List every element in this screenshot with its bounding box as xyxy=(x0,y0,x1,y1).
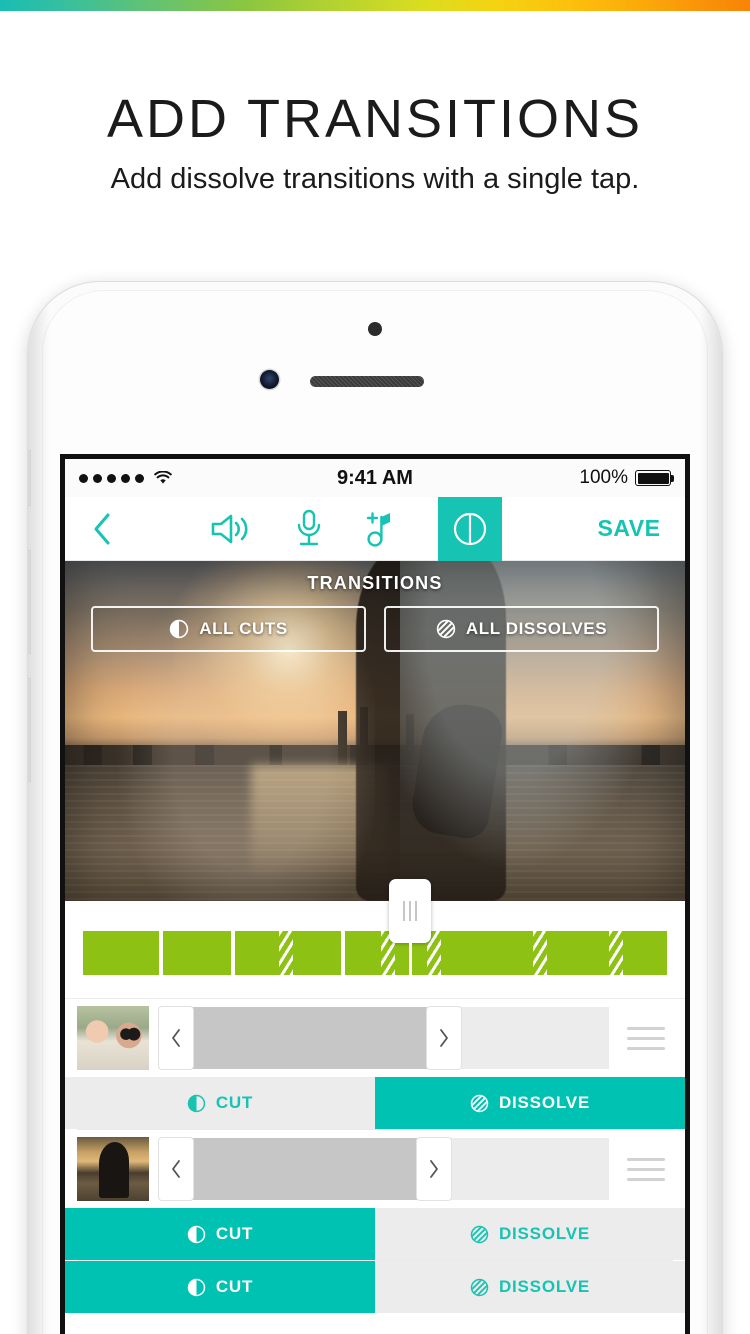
app-toolbar: SAVE xyxy=(65,496,685,561)
chevron-left-icon xyxy=(170,1159,182,1179)
dissolve-circle-icon xyxy=(436,619,456,639)
dissolve-label: DISSOLVE xyxy=(498,1093,591,1112)
chevron-right-icon xyxy=(428,1159,440,1179)
timeline-area[interactable] xyxy=(65,879,685,999)
trim-right-handle[interactable] xyxy=(427,1007,461,1069)
trim-right-handle[interactable] xyxy=(417,1138,451,1200)
playhead-grip-icon[interactable] xyxy=(389,879,431,943)
timeline-segment[interactable] xyxy=(547,931,609,975)
app-screen: 9:41 AM 100% SAVE TRANSITIONS ALL CUTS A… xyxy=(65,459,685,1334)
video-preview[interactable]: TRANSITIONS ALL CUTS ALL DISSOLVES xyxy=(65,561,685,901)
transition-circle-icon xyxy=(450,509,490,549)
speaker-icon xyxy=(210,512,254,546)
clip-row-main xyxy=(65,999,685,1077)
timeline-segment[interactable] xyxy=(235,931,279,975)
phone-mute-switch xyxy=(28,450,31,506)
timeline-segment[interactable] xyxy=(293,931,341,975)
status-bar-time: 9:41 AM xyxy=(337,466,413,489)
dissolve-option[interactable]: DISSOLVE xyxy=(375,1261,685,1313)
add-music-tool-button[interactable] xyxy=(364,509,398,549)
timeline-dissolve-separator[interactable] xyxy=(609,931,623,975)
back-button[interactable] xyxy=(65,512,139,546)
drag-handle-icon[interactable] xyxy=(619,1157,673,1181)
cut-label: CUT xyxy=(215,1224,254,1243)
save-button[interactable]: SAVE xyxy=(573,515,685,542)
clip-thumbnail[interactable] xyxy=(77,1137,149,1201)
transitions-panel: TRANSITIONS ALL CUTS ALL DISSOLVES xyxy=(65,561,685,652)
transitions-tool-button[interactable] xyxy=(438,496,502,561)
clip-row: CUT DISSOLVE xyxy=(65,1130,685,1261)
clip-row-main xyxy=(65,1130,685,1208)
transitions-panel-buttons: ALL CUTS ALL DISSOLVES xyxy=(65,594,685,652)
chevron-left-icon xyxy=(91,512,113,546)
clip-row: CUT DISSOLVE xyxy=(65,999,685,1130)
dissolve-circle-icon xyxy=(470,1225,489,1244)
toolbar-tools xyxy=(139,496,573,561)
music-note-plus-icon xyxy=(364,509,398,549)
phone-screen: 9:41 AM 100% SAVE TRANSITIONS ALL CUTS A… xyxy=(60,454,690,1334)
cut-label: CUT xyxy=(215,1277,254,1296)
dissolve-option[interactable]: DISSOLVE xyxy=(375,1077,685,1129)
phone-volume-up-button xyxy=(28,550,31,654)
trim-left-handle[interactable] xyxy=(159,1138,193,1200)
front-camera xyxy=(260,370,279,389)
all-cuts-label: ALL CUTS xyxy=(199,619,288,638)
page-title: ADD TRANSITIONS xyxy=(106,89,644,149)
cut-circle-icon xyxy=(187,1094,206,1113)
timeline-segment[interactable] xyxy=(441,931,533,975)
dissolve-label: DISSOLVE xyxy=(498,1224,591,1243)
transitions-panel-title: TRANSITIONS xyxy=(307,573,443,593)
phone-volume-down-button xyxy=(28,678,31,782)
all-dissolves-label: ALL DISSOLVES xyxy=(465,619,608,638)
clip-thumbnail[interactable] xyxy=(77,1006,149,1070)
cut-circle-icon xyxy=(169,619,189,639)
playhead-stem xyxy=(408,937,412,977)
rainbow-gradient-bar xyxy=(0,0,750,11)
promo-page: ADD TRANSITIONS Add dissolve transitions… xyxy=(0,0,750,1334)
timeline-playhead[interactable] xyxy=(389,879,431,977)
dissolve-option[interactable]: DISSOLVE xyxy=(375,1208,685,1260)
clip-transition-toggle: CUT DISSOLVE xyxy=(65,1208,685,1260)
timeline-segment[interactable] xyxy=(83,931,159,975)
all-cuts-button[interactable]: ALL CUTS xyxy=(91,606,366,652)
proximity-sensor xyxy=(368,322,382,336)
clip-row: CUT DISSOLVE xyxy=(65,1261,685,1313)
cut-option[interactable]: CUT xyxy=(65,1261,375,1313)
status-bar: 9:41 AM 100% xyxy=(65,459,685,497)
cut-circle-icon xyxy=(187,1225,206,1244)
drag-handle-icon[interactable] xyxy=(619,1026,673,1050)
timeline-segment[interactable] xyxy=(163,931,231,975)
timeline-segment[interactable] xyxy=(623,931,667,975)
dissolve-circle-icon xyxy=(470,1278,489,1297)
timeline-dissolve-separator[interactable] xyxy=(279,931,293,975)
clip-transition-toggle: CUT DISSOLVE xyxy=(65,1077,685,1129)
cut-option[interactable]: CUT xyxy=(65,1208,375,1260)
earpiece-speaker xyxy=(310,376,424,387)
page-subtitle: Add dissolve transitions with a single t… xyxy=(110,163,640,195)
cut-option[interactable]: CUT xyxy=(65,1077,375,1129)
clip-trim-slider[interactable] xyxy=(159,1138,609,1200)
timeline-dissolve-separator[interactable] xyxy=(533,931,547,975)
microphone-icon xyxy=(294,509,324,549)
cut-label: CUT xyxy=(215,1093,254,1112)
dissolve-circle-icon xyxy=(470,1094,489,1113)
chevron-right-icon xyxy=(438,1028,450,1048)
battery-full-icon xyxy=(635,470,674,486)
timeline-track[interactable] xyxy=(83,931,667,975)
clip-transition-toggle: CUT DISSOLVE xyxy=(65,1261,685,1313)
trim-left-handle[interactable] xyxy=(159,1007,193,1069)
timeline-segment[interactable] xyxy=(345,931,381,975)
voiceover-tool-button[interactable] xyxy=(294,509,324,549)
cut-circle-icon xyxy=(187,1278,206,1297)
phone-mockup: 9:41 AM 100% SAVE TRANSITIONS ALL CUTS A… xyxy=(28,282,722,1334)
clip-trim-range xyxy=(159,1007,461,1069)
volume-tool-button[interactable] xyxy=(210,512,254,546)
clip-trim-slider[interactable] xyxy=(159,1007,609,1069)
chevron-left-icon xyxy=(170,1028,182,1048)
all-dissolves-button[interactable]: ALL DISSOLVES xyxy=(384,606,659,652)
dissolve-label: DISSOLVE xyxy=(498,1277,591,1296)
clip-trim-range xyxy=(159,1138,451,1200)
